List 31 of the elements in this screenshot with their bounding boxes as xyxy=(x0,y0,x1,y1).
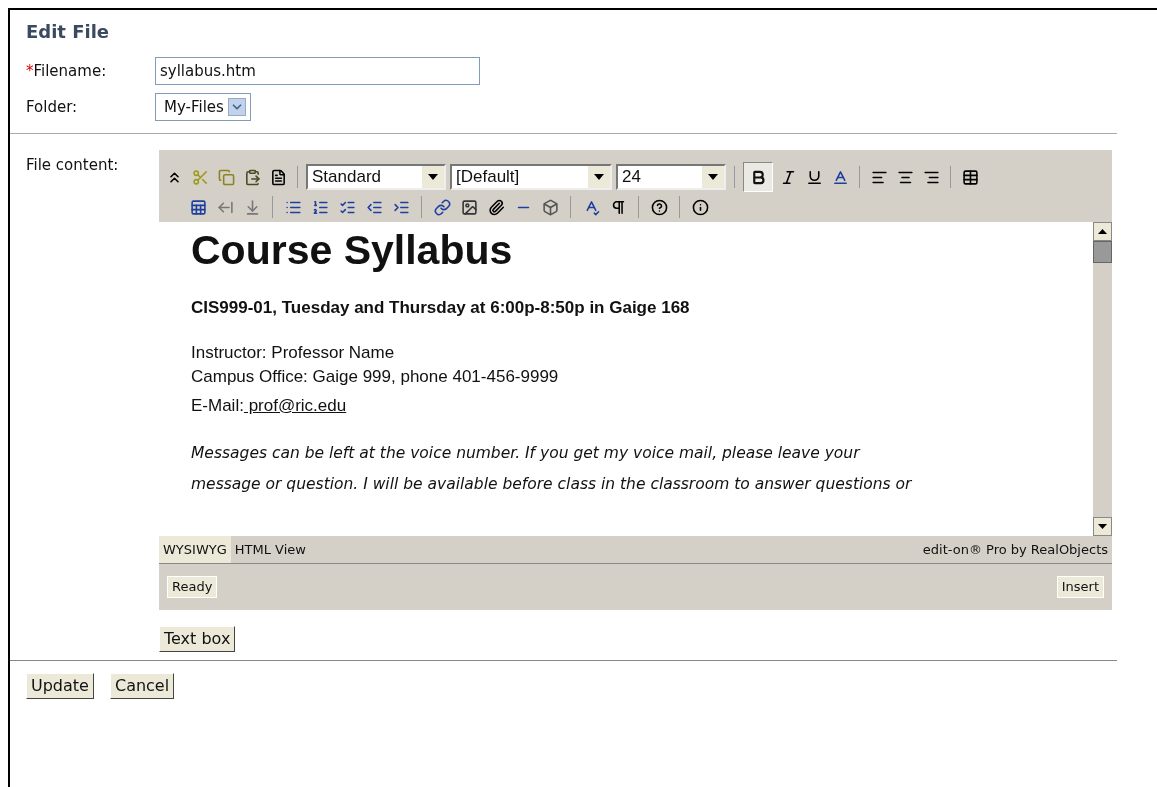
email-label: E-Mail: xyxy=(191,394,244,417)
scrollbar[interactable] xyxy=(1093,222,1112,536)
bold-button[interactable] xyxy=(743,162,773,192)
form-button[interactable]: Cancel xyxy=(109,673,175,699)
form-button[interactable]: Update xyxy=(26,673,94,699)
document-line: message or question. I will be available before class in the classroom to answer questions or xyxy=(191,474,913,496)
view-tab[interactable]: WYSIWYG xyxy=(159,535,231,563)
document-line: Campus Office: Gaige 999, phone 401-456-9999 xyxy=(191,365,560,388)
document-subheading: CIS999-01, Tuesday and Thursday at 6:00p-8:50p in Gaige 168 xyxy=(191,297,691,320)
toolbar-dropdown[interactable]: [Default] xyxy=(450,164,612,190)
field-label: Filename: xyxy=(33,60,107,82)
scroll-up-icon[interactable] xyxy=(1093,222,1112,241)
page-title: Edit File xyxy=(26,20,111,44)
document-line: Instructor: Professor Name xyxy=(191,341,396,364)
field-label: Folder: xyxy=(26,96,78,118)
status-insert: Insert xyxy=(1056,576,1104,598)
scroll-down-icon[interactable] xyxy=(1093,517,1112,536)
document-heading: Course Syllabus xyxy=(191,226,514,275)
field-label: File content: xyxy=(26,155,120,176)
email-link[interactable]: prof@ric.edu xyxy=(243,392,347,419)
toolbar-dropdown[interactable]: Standard xyxy=(306,164,446,190)
required-mark: * xyxy=(26,60,34,82)
text-box-button[interactable]: Text box xyxy=(159,626,236,652)
toolbar-dropdown[interactable]: 24 xyxy=(616,164,726,190)
folder-dropdown[interactable]: My-Files xyxy=(155,93,251,121)
scroll-thumb[interactable] xyxy=(1093,241,1112,263)
view-tab[interactable]: HTML View xyxy=(230,535,310,563)
status-ready: Ready xyxy=(167,576,218,598)
document-line: Messages can be left at the voice number. If you get my voice mail, please leave your xyxy=(191,443,862,465)
editor-credit: edit-on® Pro by RealObjects xyxy=(922,540,1109,559)
filename-field[interactable]: syllabus.htm xyxy=(155,57,480,85)
